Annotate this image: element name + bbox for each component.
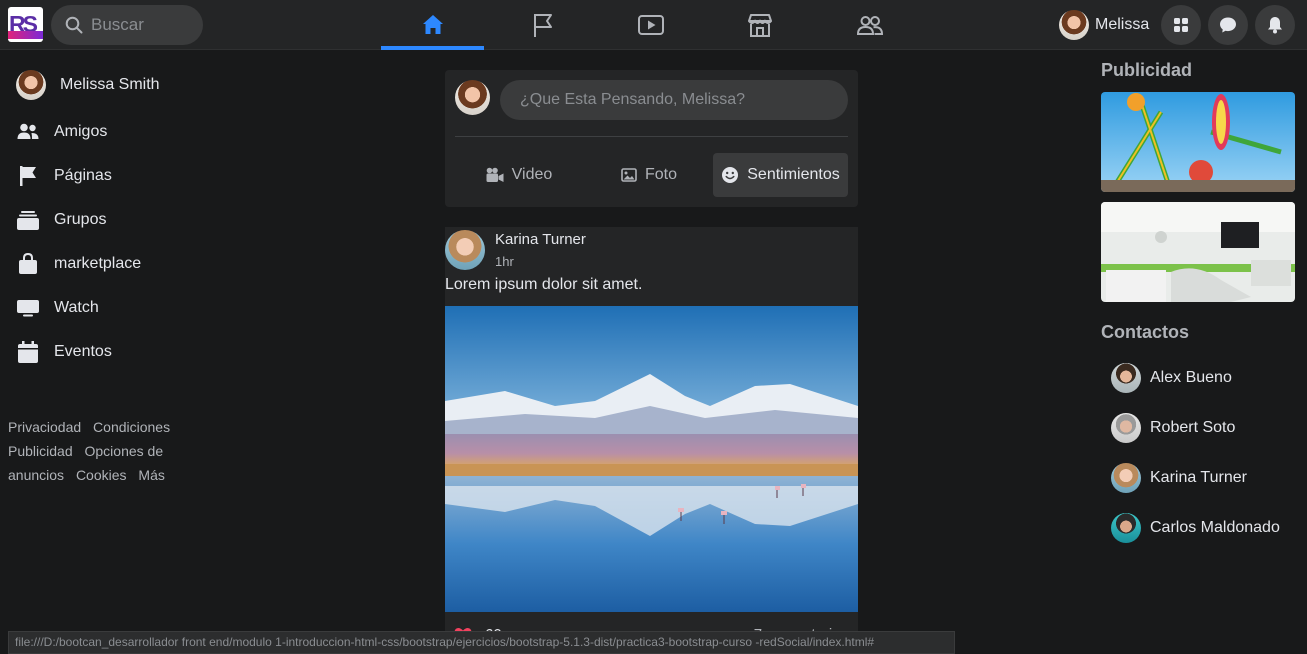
footer-links: Privaciodad Condiciones Publicidad Opcio… [8, 415, 188, 487]
tab-marketplace[interactable] [708, 0, 811, 50]
top-navbar: RS Buscar Melissa [0, 0, 1307, 50]
notifications-button[interactable] [1255, 5, 1295, 45]
sidebar-item-profile[interactable]: Melissa Smith [16, 65, 160, 105]
avatar [16, 70, 46, 100]
avatar [455, 80, 490, 115]
tab-watch[interactable] [599, 0, 702, 50]
home-icon [422, 15, 443, 34]
avatar [1111, 513, 1141, 543]
search-input[interactable] [91, 13, 191, 37]
contacts-heading: Contactos [1101, 322, 1190, 342]
photo-label: Foto [644, 166, 677, 183]
footer-link[interactable]: Privaciodad [8, 419, 81, 435]
divider [455, 136, 848, 137]
sidebar-item-label: marketplace [54, 255, 142, 272]
post-time[interactable]: 1hr [495, 254, 514, 269]
sidebar-item-pages[interactable]: Páginas [16, 156, 112, 196]
contact-name: Alex Bueno [1150, 369, 1232, 386]
flag-icon [20, 166, 36, 186]
smiley-icon [722, 167, 739, 183]
video-play-icon [637, 15, 664, 35]
feelings-button[interactable]: Sentimientos [713, 153, 848, 197]
bell-icon [1268, 17, 1282, 34]
photo-button[interactable]: Foto [585, 153, 713, 197]
flag-icon [533, 14, 552, 37]
footer-link[interactable]: Publicidad [8, 443, 73, 459]
menu-button[interactable] [1161, 5, 1201, 45]
avatar [1111, 363, 1141, 393]
video-camera-icon [486, 167, 504, 182]
sidebar-item-marketplace[interactable]: marketplace [16, 244, 141, 284]
sidebar-item-label: Eventos [54, 343, 112, 360]
contact-item[interactable]: Carlos Maldonado [1111, 512, 1280, 544]
footer-link[interactable]: Cookies [76, 467, 127, 483]
feelings-label: Sentimientos [747, 166, 840, 183]
avatar [1111, 413, 1141, 443]
ad-image[interactable] [1101, 202, 1295, 302]
footer-link[interactable]: Condiciones [93, 419, 170, 435]
ad-image[interactable] [1101, 92, 1295, 192]
video-label: Video [511, 166, 553, 183]
calendar-icon [18, 341, 38, 363]
post-image[interactable] [445, 306, 858, 612]
avatar [1111, 463, 1141, 493]
sidebar-item-events[interactable]: Eventos [16, 332, 112, 372]
ads-heading: Publicidad [1101, 60, 1193, 80]
store-icon [747, 14, 772, 37]
mountain-lake-image [445, 306, 858, 612]
avatar [1059, 10, 1089, 40]
search-icon [65, 16, 83, 34]
sidebar-item-label: Grupos [54, 211, 107, 228]
sidebar-item-label: Melissa Smith [60, 76, 160, 93]
sidebar-item-label: Watch [54, 299, 99, 316]
contact-name: Carlos Maldonado [1150, 519, 1280, 536]
messenger-button[interactable] [1208, 5, 1248, 45]
browser-status-url: file:///D:/bootcan_desarrollador front e… [8, 631, 955, 654]
profile-name: Melissa [1095, 16, 1150, 33]
footer-link[interactable]: Más [138, 467, 164, 483]
status-input[interactable] [500, 80, 848, 120]
composer-field[interactable] [500, 80, 848, 120]
post-author[interactable]: Karina Turner [495, 231, 586, 248]
contact-item[interactable]: Karina Turner [1111, 462, 1247, 494]
video-button[interactable]: Video [455, 153, 583, 197]
bag-icon [19, 253, 37, 274]
groups-icon [17, 211, 39, 230]
tab-home[interactable] [381, 0, 484, 50]
contact-name: Karina Turner [1150, 469, 1247, 486]
image-icon [621, 168, 637, 182]
sidebar-item-label: Páginas [54, 167, 112, 184]
tab-groups[interactable] [818, 0, 921, 50]
post-composer: Video Foto Sentimientos [445, 70, 858, 207]
tv-icon [17, 300, 39, 317]
contact-name: Robert Soto [1150, 419, 1236, 436]
sidebar-item-label: Amigos [54, 123, 108, 140]
contact-item[interactable]: Robert Soto [1111, 412, 1235, 444]
grid-menu-icon [1174, 18, 1188, 32]
feed-post: Karina Turner 1hr Lorem ipsum dolor sit … [445, 227, 858, 654]
post-text: Lorem ipsum dolor sit amet. [445, 276, 643, 293]
friends-icon [17, 123, 39, 139]
chat-icon [1220, 17, 1236, 33]
profile-chip[interactable]: Melissa [1059, 9, 1149, 41]
sidebar-item-friends[interactable]: Amigos [16, 112, 107, 152]
brand-logo[interactable]: RS [8, 7, 43, 42]
contact-item[interactable]: Alex Bueno [1111, 362, 1232, 394]
sidebar-item-watch[interactable]: Watch [16, 288, 99, 328]
groups-icon [856, 16, 883, 35]
avatar[interactable] [445, 230, 485, 270]
amusement-park-ad-image [1101, 92, 1295, 192]
sidebar-item-groups[interactable]: Grupos [16, 200, 106, 240]
dental-clinic-ad-image [1101, 202, 1295, 302]
tab-pages[interactable] [491, 0, 594, 50]
search-box[interactable] [51, 5, 203, 45]
